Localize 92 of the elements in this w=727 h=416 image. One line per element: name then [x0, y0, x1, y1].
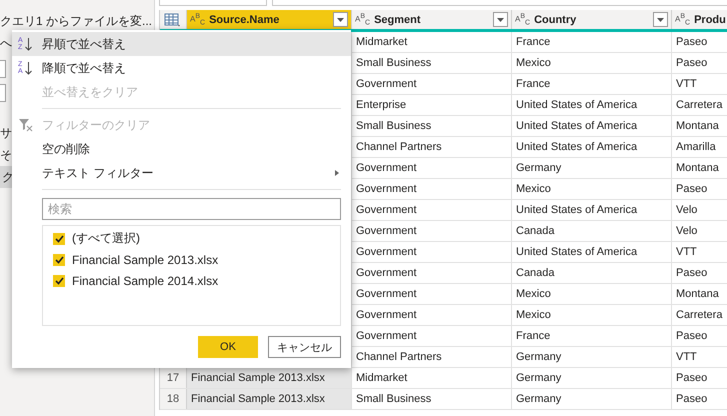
table-cell: Mexico [516, 183, 551, 195]
menu-item[interactable]: 空の削除 [12, 137, 351, 161]
column-header[interactable]: A$^{B}$$_{C}$ Country [512, 10, 672, 29]
input-field[interactable] [159, 0, 267, 6]
caret-icon [337, 18, 344, 22]
table-cell: Paseo [676, 267, 708, 279]
table-cell: France [516, 36, 550, 48]
table-cell: Paseo [676, 393, 708, 405]
clear-filter-icon [18, 117, 34, 133]
table-cell: United States of America [516, 120, 638, 132]
table-cell: Mexico [516, 57, 551, 69]
search-field[interactable]: 検索 [42, 198, 341, 220]
down-arrow-icon [25, 38, 32, 50]
table-cell: Montana [676, 162, 719, 174]
menu-item[interactable]: テキスト フィルター [12, 161, 351, 185]
table-cell: Enterprise [356, 99, 406, 111]
table-cell: United States of America [516, 204, 638, 216]
submenu-arrow-icon [335, 170, 339, 176]
checkbox-label[interactable]: (すべて選択) [72, 230, 140, 247]
table-cell: Paseo [676, 330, 708, 342]
table-cell: Small Business [356, 120, 432, 132]
column-header[interactable]: A$^{B}$$_{C}$ Produ [672, 10, 727, 29]
table-cell: Amarilla [676, 141, 716, 153]
input-field[interactable] [272, 0, 727, 6]
table-cell: Canada [516, 225, 555, 237]
table-cell: Government [356, 183, 417, 195]
table-cell: Government [356, 330, 417, 342]
table-cell: Midmarket [356, 372, 408, 384]
table-cell: VTT [676, 351, 697, 363]
table-cell: Velo [676, 225, 698, 237]
table-cell: Germany [516, 372, 562, 384]
table-cell: Government [356, 246, 417, 258]
table-cell: Government [356, 267, 417, 279]
table-cell: France [516, 78, 550, 90]
dropdown-button[interactable] [333, 12, 348, 27]
table-cell: Carretera [676, 309, 722, 321]
checkbox[interactable] [53, 254, 65, 266]
table-cell: VTT [676, 78, 697, 90]
table-cell: Government [356, 288, 417, 300]
checkbox[interactable] [53, 274, 65, 286]
table-cell: Channel Partners [356, 351, 442, 363]
table-cell: VTT [676, 246, 697, 258]
table-cell: United States of America [516, 246, 638, 258]
table-cell: Paseo [676, 57, 708, 69]
table-cell: Government [356, 204, 417, 216]
table-cell: Channel Partners [356, 141, 442, 153]
table-cell: United States of America [516, 141, 638, 153]
query-item[interactable]: クエリ1 からファイルを変... [0, 10, 155, 32]
checkbox-label[interactable]: Financial Sample 2013.xlsx [72, 252, 218, 266]
table-cell: Financial Sample 2013.xlsx [191, 372, 325, 384]
caret-icon [657, 18, 664, 22]
caret-icon [497, 18, 504, 22]
row-number: 17 [166, 372, 180, 384]
row-number: 18 [166, 393, 180, 405]
table-cell: Government [356, 78, 417, 90]
table-cell: Government [356, 309, 417, 321]
checkbox[interactable] [53, 232, 65, 244]
check-icon [54, 276, 64, 284]
table-cell: Paseo [676, 36, 708, 48]
table-cell: Mexico [516, 288, 551, 300]
table-cell: Velo [676, 204, 698, 216]
ok-button[interactable]: OK [198, 336, 258, 358]
column-header[interactable]: A$^{B}$$_{C}$ Segment [352, 10, 512, 29]
table-cell: Canada [516, 267, 555, 279]
table-cell: Germany [516, 393, 562, 405]
input-field[interactable] [0, 84, 6, 102]
table-cell: Montana [676, 120, 719, 132]
table-cell: Germany [516, 351, 562, 363]
table-cell: Government [356, 225, 417, 237]
table-cell: Financial Sample 2013.xlsx [191, 393, 325, 405]
table-cell: France [516, 330, 550, 342]
table-cell: Small Business [356, 57, 432, 69]
column-header[interactable]: A$^{B}$$_{C}$ Source.Name [187, 10, 352, 29]
table-cell: United States of America [516, 99, 638, 111]
table-icon[interactable] [164, 12, 182, 26]
table-cell: Paseo [676, 372, 708, 384]
table-cell: Midmarket [356, 36, 408, 48]
checkbox-label[interactable]: Financial Sample 2014.xlsx [72, 274, 218, 288]
dropdown-button[interactable] [493, 12, 508, 27]
table-cell: Paseo [676, 183, 708, 195]
table-cell: Government [356, 162, 417, 174]
down-arrow-icon [25, 62, 32, 74]
table-cell: Carretera [676, 99, 722, 111]
table-cell: Germany [516, 162, 562, 174]
table-cell: Small Business [356, 393, 432, 405]
table-cell: Montana [676, 288, 719, 300]
cancel-button[interactable]: キャンセル [268, 336, 341, 358]
input-field[interactable] [0, 60, 6, 78]
dropdown-button[interactable] [653, 12, 668, 27]
check-icon [54, 234, 64, 242]
check-icon [54, 256, 64, 264]
table-cell: Mexico [516, 309, 551, 321]
